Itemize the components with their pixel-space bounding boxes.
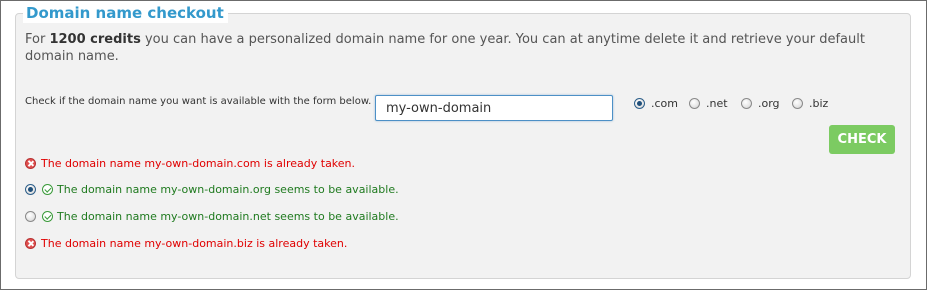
tld-label-biz: .biz (809, 96, 829, 110)
result-row: The domain name my-own-domain.org seems … (25, 182, 399, 196)
result-text: The domain name my-own-domain.com is alr… (41, 156, 356, 170)
result-row: The domain name my-own-domain.biz is alr… (25, 236, 347, 250)
tld-radio-org[interactable] (741, 97, 752, 109)
result-radio[interactable] (25, 183, 36, 195)
tld-radio-net[interactable] (689, 97, 700, 109)
result-radio[interactable] (25, 210, 36, 222)
tld-radio-com[interactable] (634, 97, 645, 109)
tld-option-com[interactable]: .com (634, 96, 678, 110)
result-text: The domain name my-own-domain.net seems … (57, 209, 399, 223)
result-text: The domain name my-own-domain.org seems … (57, 182, 399, 196)
result-text: The domain name my-own-domain.biz is alr… (41, 236, 348, 250)
error-icon (25, 157, 36, 169)
check-circle-icon (42, 210, 53, 222)
tld-option-biz[interactable]: .biz (792, 96, 828, 110)
tld-radio-biz[interactable] (792, 97, 803, 109)
credits-amount: 1200 credits (49, 32, 141, 47)
form-label: Check if the domain name you want is ava… (25, 96, 378, 107)
tld-label-org: .org (758, 96, 780, 110)
check-button[interactable]: CHECK (829, 125, 895, 154)
window-frame: Domain name checkout For 1200 credits yo… (0, 0, 927, 290)
tld-label-net: .net (706, 96, 728, 110)
domain-input[interactable] (375, 95, 613, 121)
intro-text: For 1200 credits you can have a personal… (25, 31, 895, 65)
result-row: The domain name my-own-domain.com is alr… (25, 156, 355, 170)
check-circle-icon (42, 183, 53, 195)
panel-title: Domain name checkout (23, 3, 228, 23)
tld-option-net[interactable]: .net (689, 96, 728, 110)
result-row: The domain name my-own-domain.net seems … (25, 209, 399, 223)
intro-prefix: For (25, 32, 50, 47)
error-icon (25, 237, 36, 249)
tld-label-com: .com (651, 96, 678, 110)
tld-option-org[interactable]: .org (741, 96, 780, 110)
intro-suffix: you can have a personalized domain name … (25, 32, 865, 64)
